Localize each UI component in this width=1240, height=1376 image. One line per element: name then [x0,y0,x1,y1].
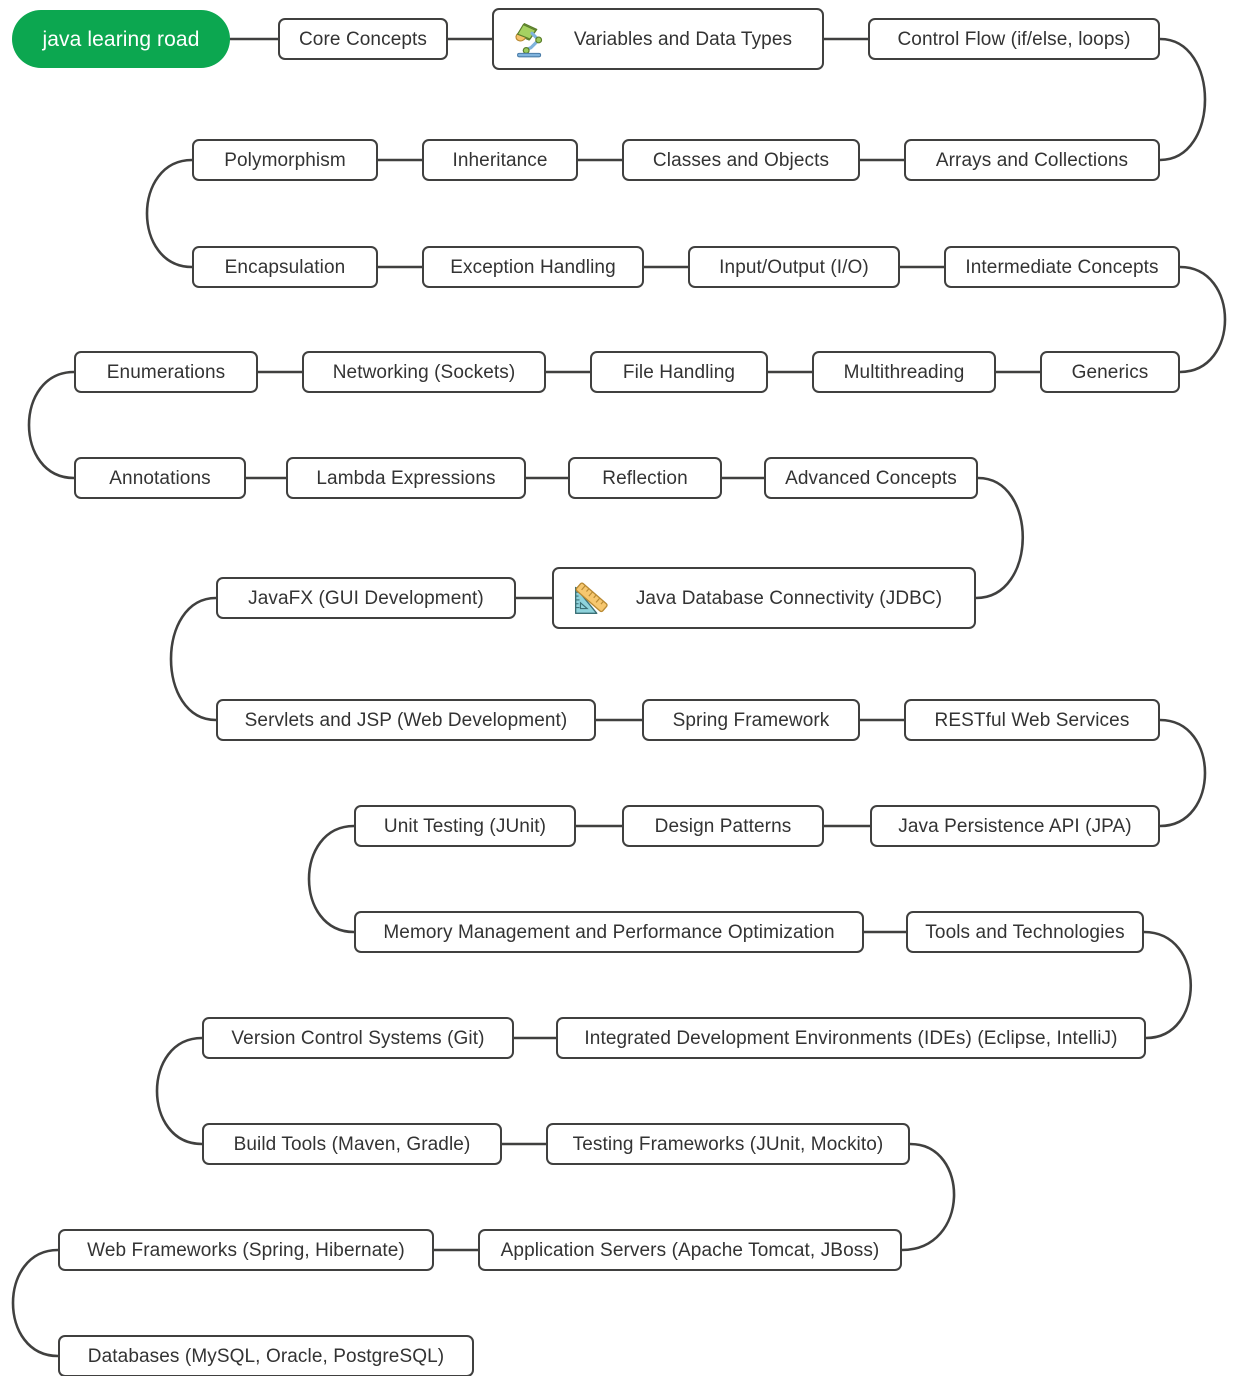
node-label-control: Control Flow (if/else, loops) [897,28,1131,50]
node-memory[interactable]: Memory Management and Performance Optimi… [354,911,864,953]
node-tools[interactable]: Tools and Technologies [906,911,1144,953]
edge-junit-to-memory [307,824,356,934]
node-jpa[interactable]: Java Persistence API (JPA) [870,805,1160,847]
node-label-ides: Integrated Development Environments (IDE… [584,1027,1118,1049]
node-label-testframe: Testing Frameworks (JUnit, Mockito) [572,1133,884,1155]
node-label-spring: Spring Framework [672,709,830,731]
node-label-tools: Tools and Technologies [925,921,1125,943]
node-servlets[interactable]: Servlets and JSP (Web Development) [216,699,596,741]
node-reflection[interactable]: Reflection [568,457,722,499]
node-exception[interactable]: Exception Handling [422,246,644,288]
node-label-advanced: Advanced Concepts [785,467,957,489]
node-label-classes: Classes and Objects [652,149,830,171]
node-label-exception: Exception Handling [450,256,616,278]
node-poly[interactable]: Polymorphism [192,139,378,181]
node-label-arrays: Arrays and Collections [935,149,1129,171]
node-enums[interactable]: Enumerations [74,351,258,393]
node-arrays[interactable]: Arrays and Collections [904,139,1160,181]
node-multithread[interactable]: Multithreading [812,351,996,393]
node-vars[interactable]: Variables and Data Types [492,8,824,70]
node-advanced[interactable]: Advanced Concepts [764,457,978,499]
edge-testframe-to-appservers [900,1142,956,1252]
node-label-jdbc: Java Database Connectivity (JDBC) [635,587,943,609]
node-label-vars: Variables and Data Types [573,28,793,50]
node-generics[interactable]: Generics [1040,351,1180,393]
node-label-root: java learing road [42,27,200,51]
node-label-lambda: Lambda Expressions [316,467,496,489]
node-buildtools[interactable]: Build Tools (Maven, Gradle) [202,1123,502,1165]
node-label-generics: Generics [1071,361,1149,383]
edge-webframe-to-databases [11,1248,60,1358]
node-label-network: Networking (Sockets) [332,361,516,383]
edge-control-to-arrays [1158,37,1207,162]
node-label-jpa: Java Persistence API (JPA) [898,815,1132,837]
node-spring[interactable]: Spring Framework [642,699,860,741]
node-label-enums: Enumerations [106,361,226,383]
node-label-inherit: Inheritance [452,149,548,171]
node-label-databases: Databases (MySQL, Oracle, PostgreSQL) [87,1345,445,1367]
node-filehandling[interactable]: File Handling [590,351,768,393]
node-appservers[interactable]: Application Servers (Apache Tomcat, JBos… [478,1229,902,1271]
node-label-encap: Encapsulation [224,256,346,278]
node-jdbc[interactable]: Java Database Connectivity (JDBC) [552,567,976,629]
edge-intermediate-to-generics [1178,265,1227,374]
edge-layer [11,37,1227,1358]
node-label-git: Version Control Systems (Git) [231,1027,485,1049]
node-javafx[interactable]: JavaFX (GUI Development) [216,577,516,619]
node-label-reflection: Reflection [602,467,688,489]
edge-git-to-buildtools [155,1036,204,1146]
edge-javafx-to-servlets [169,596,218,722]
node-label-filehandling: File Handling [622,361,736,383]
node-junit[interactable]: Unit Testing (JUnit) [354,805,576,847]
node-label-io: Input/Output (I/O) [719,256,869,278]
node-label-restful: RESTful Web Services [934,709,1130,731]
node-encap[interactable]: Encapsulation [192,246,378,288]
node-ides[interactable]: Integrated Development Environments (IDE… [556,1017,1146,1059]
node-annotations[interactable]: Annotations [74,457,246,499]
node-label-appservers: Application Servers (Apache Tomcat, JBos… [500,1239,880,1261]
node-label-junit: Unit Testing (JUnit) [383,815,547,837]
node-label-servlets: Servlets and JSP (Web Development) [244,709,568,731]
node-label-poly: Polymorphism [224,149,346,171]
edge-advanced-to-jdbc [974,476,1025,600]
node-patterns[interactable]: Design Patterns [622,805,824,847]
node-restful[interactable]: RESTful Web Services [904,699,1160,741]
desk-lamp-icon [515,23,543,58]
node-root[interactable]: java learing road [12,10,230,68]
edge-poly-to-encap [145,158,194,269]
node-label-javafx: JavaFX (GUI Development) [248,587,484,609]
node-inherit[interactable]: Inheritance [422,139,578,181]
node-webframe[interactable]: Web Frameworks (Spring, Hibernate) [58,1229,434,1271]
node-label-buildtools: Build Tools (Maven, Gradle) [233,1133,471,1155]
node-intermediate[interactable]: Intermediate Concepts [944,246,1180,288]
node-lambda[interactable]: Lambda Expressions [286,457,526,499]
node-classes[interactable]: Classes and Objects [622,139,860,181]
flowchart-canvas: java learing road Core Concepts Variables… [0,0,1240,1376]
ruler-triangle-icon [574,582,608,615]
node-control[interactable]: Control Flow (if/else, loops) [868,18,1160,60]
edge-enums-to-annotations [27,370,76,480]
node-io[interactable]: Input/Output (I/O) [688,246,900,288]
node-label-intermediate: Intermediate Concepts [965,256,1159,278]
node-testframe[interactable]: Testing Frameworks (JUnit, Mockito) [546,1123,910,1165]
node-core[interactable]: Core Concepts [278,18,448,60]
node-label-patterns: Design Patterns [654,815,792,837]
node-databases[interactable]: Databases (MySQL, Oracle, PostgreSQL) [58,1335,474,1376]
node-label-webframe: Web Frameworks (Spring, Hibernate) [87,1239,405,1261]
node-label-memory: Memory Management and Performance Optimi… [383,921,835,943]
node-label-multithread: Multithreading [843,361,965,383]
node-label-annotations: Annotations [109,467,211,489]
node-git[interactable]: Version Control Systems (Git) [202,1017,514,1059]
node-label-core: Core Concepts [298,28,428,50]
edge-restful-to-jpa [1158,718,1207,828]
edge-tools-to-ides [1142,930,1193,1040]
node-network[interactable]: Networking (Sockets) [302,351,546,393]
